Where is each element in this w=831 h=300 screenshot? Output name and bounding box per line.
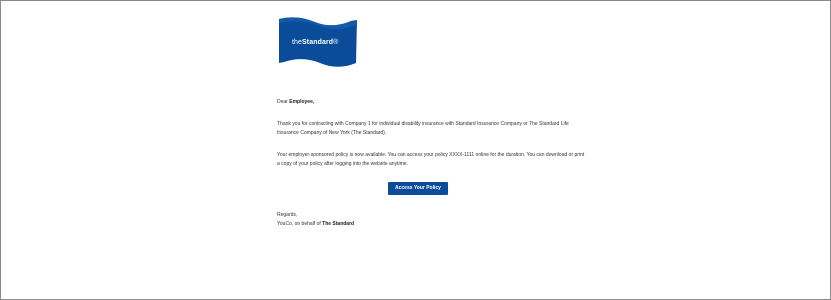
the-standard-logo: theStandard® (277, 15, 359, 69)
signoff-line: YouCo, on behalf of The Standard (277, 220, 587, 230)
intro-text-a: Thank you for contracting with Company 1… (277, 120, 456, 127)
cta-container: Access Your Policy (277, 181, 587, 195)
email-viewer-frame: theStandard® Dear Employee, Thank you fo… (0, 0, 831, 300)
signoff-prefix: YouCo, on behalf of (277, 221, 323, 227)
logo-prefix: the (292, 39, 303, 46)
logo-brand: Standard (302, 39, 334, 46)
logo-wordmark: theStandard® (292, 38, 338, 48)
logo-registered: ® (333, 39, 339, 46)
access-your-policy-button[interactable]: Access Your Policy (388, 181, 448, 195)
intro-paragraph: Thank you for contracting with Company 1… (277, 120, 587, 139)
greeting-prefix: Dear (277, 99, 288, 105)
signoff-name: The Standard (322, 221, 355, 227)
intro-text-company: Standard Insurance Company (455, 120, 522, 127)
regards-line: Regards, (277, 211, 298, 218)
email-body: theStandard® Dear Employee, Thank you fo… (277, 15, 587, 230)
email-greeting: Dear Employee, (277, 98, 587, 108)
greeting-name: Employee, (289, 99, 315, 105)
policy-paragraph: Your employer-sponsored policy is now av… (277, 151, 585, 168)
